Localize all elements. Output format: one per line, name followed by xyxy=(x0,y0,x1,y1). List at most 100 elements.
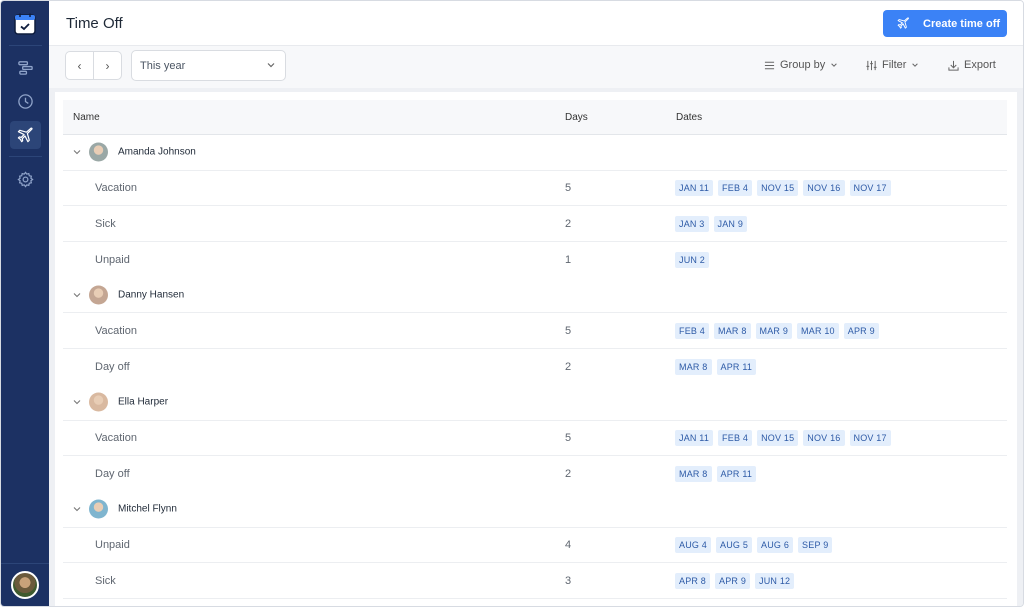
date-tag[interactable]: APR 11 xyxy=(716,358,757,375)
gear-icon xyxy=(17,170,34,188)
date-tag[interactable]: JAN 11 xyxy=(675,429,714,446)
time-off-entry-row[interactable]: Sick 3 APR 8 APR 9 JUN 12 xyxy=(63,563,1007,599)
time-off-type: Sick xyxy=(95,217,116,230)
export-label: Export xyxy=(964,59,996,71)
date-tag[interactable]: MAR 8 xyxy=(675,358,712,375)
date-tag[interactable]: MAR 9 xyxy=(755,322,793,339)
date-tag[interactable]: MAR 10 xyxy=(797,322,839,339)
dates-list: MAR 8 APR 11 xyxy=(675,358,757,375)
days-count: 5 xyxy=(565,324,572,337)
date-tag[interactable]: NOV 15 xyxy=(757,180,799,197)
sidebar-divider xyxy=(1,563,49,564)
date-tag[interactable]: NOV 16 xyxy=(803,429,845,446)
chevron-down-icon[interactable] xyxy=(72,504,82,514)
create-time-off-button[interactable]: Create time off xyxy=(883,10,1007,37)
person-name: Ella Harper xyxy=(118,396,169,408)
sidebar-item-settings[interactable] xyxy=(10,165,41,193)
chevron-down-icon[interactable] xyxy=(72,147,82,157)
export-button[interactable]: Export xyxy=(948,59,996,71)
group-by-button[interactable]: Group by xyxy=(764,59,838,71)
date-tag[interactable]: SEP 9 xyxy=(798,536,833,553)
person-group-row[interactable]: Amanda Johnson xyxy=(63,135,1007,171)
list-icon xyxy=(764,61,775,69)
person-group-row[interactable]: Mitchel Flynn xyxy=(63,492,1007,528)
time-off-entry-row[interactable]: Sick 2 JAN 3 JAN 9 xyxy=(63,206,1007,243)
airplane-icon xyxy=(897,17,909,29)
date-tag[interactable]: JAN 11 xyxy=(675,180,714,197)
page-title: Time Off xyxy=(66,15,123,32)
column-header-days[interactable]: Days xyxy=(565,112,588,123)
time-off-entry-row[interactable]: Unpaid 1 JUN 2 xyxy=(63,242,1007,278)
time-off-type: Vacation xyxy=(95,182,137,195)
days-count: 2 xyxy=(565,217,572,230)
date-tag[interactable]: AUG 5 xyxy=(716,536,753,553)
time-off-entry-row[interactable]: Day off 2 MAR 8 APR 11 xyxy=(63,456,1007,492)
time-off-type: Sick xyxy=(95,574,116,587)
person-name: Amanda Johnson xyxy=(118,146,196,158)
date-tag[interactable]: APR 9 xyxy=(843,322,879,339)
dates-list: AUG 4 AUG 5 AUG 6 SEP 9 xyxy=(675,536,833,553)
sidebar-item-clock[interactable] xyxy=(10,87,41,115)
time-off-entry-row[interactable]: Vacation 5 JAN 11 FEB 4 NOV 15 NOV 16 NOV 17 xyxy=(63,171,1007,207)
days-count: 2 xyxy=(565,360,572,373)
chevron-down-icon[interactable] xyxy=(72,290,82,300)
date-tag[interactable]: APR 9 xyxy=(715,572,751,589)
sidebar-item-timeline[interactable] xyxy=(10,53,41,81)
dates-list: JUN 2 xyxy=(675,251,710,268)
person-avatar xyxy=(89,392,108,412)
date-tag[interactable]: NOV 17 xyxy=(849,429,891,446)
date-tag[interactable]: MAR 8 xyxy=(714,322,751,339)
date-tag[interactable]: NOV 16 xyxy=(803,180,845,197)
table-body: Amanda Johnson Vacation 5 JAN 11 FEB 4 NOV 15… xyxy=(63,135,1007,599)
time-off-entry-row[interactable]: Unpaid 4 AUG 4 AUG 5 AUG 6 SEP 9 xyxy=(63,528,1007,564)
days-count: 4 xyxy=(565,538,572,551)
time-off-type: Vacation xyxy=(95,431,137,444)
chevron-left-icon: ‹ xyxy=(77,58,82,73)
date-tag[interactable]: FEB 4 xyxy=(675,322,710,339)
time-off-entry-row[interactable]: Vacation 5 JAN 11 FEB 4 NOV 15 NOV 16 NOV 17 xyxy=(63,421,1007,457)
group-by-label: Group by xyxy=(780,59,826,71)
dates-list: JAN 11 FEB 4 NOV 15 NOV 16 NOV 17 xyxy=(675,429,891,446)
person-group-row[interactable]: Ella Harper xyxy=(63,385,1007,421)
person-avatar xyxy=(89,499,108,519)
dates-list: JAN 11 FEB 4 NOV 15 NOV 16 NOV 17 xyxy=(675,180,891,197)
chevron-down-icon[interactable] xyxy=(72,397,82,407)
date-tag[interactable]: JUN 2 xyxy=(675,251,710,268)
date-tag[interactable]: JAN 3 xyxy=(675,215,709,232)
date-tag[interactable]: AUG 6 xyxy=(757,536,794,553)
days-count: 3 xyxy=(565,574,572,587)
calendar-logo-icon[interactable] xyxy=(13,12,37,36)
time-off-type: Unpaid xyxy=(95,538,130,551)
filter-button[interactable]: Filter xyxy=(866,59,919,71)
date-tag[interactable]: APR 11 xyxy=(716,466,757,483)
time-off-entry-row[interactable]: Vacation 5 FEB 4 MAR 8 MAR 9 MAR 10 APR 9 xyxy=(63,313,1007,350)
date-tag[interactable]: JAN 9 xyxy=(713,215,748,232)
date-tag[interactable]: AUG 4 xyxy=(675,536,712,553)
dates-list: APR 8 APR 9 JUN 12 xyxy=(675,572,795,589)
content-area: Name Days Dates Amanda Johnson Vacation 5 J… xyxy=(49,88,1023,606)
date-tag[interactable]: FEB 4 xyxy=(718,180,753,197)
column-header-name[interactable]: Name xyxy=(73,112,100,123)
person-group-row[interactable]: Danny Hansen xyxy=(63,278,1007,314)
date-tag[interactable]: NOV 15 xyxy=(757,429,799,446)
date-tag[interactable]: FEB 4 xyxy=(718,429,753,446)
chevron-down-icon xyxy=(267,63,275,68)
period-select[interactable]: This year xyxy=(131,50,286,81)
time-off-type: Day off xyxy=(95,468,130,481)
column-header-dates[interactable]: Dates xyxy=(676,112,702,123)
dates-list: JAN 3 JAN 9 xyxy=(675,215,748,232)
date-tag[interactable]: MAR 8 xyxy=(675,466,712,483)
date-tag[interactable]: JUN 12 xyxy=(755,572,795,589)
date-tag[interactable]: APR 8 xyxy=(675,572,711,589)
chevron-down-icon xyxy=(831,63,838,67)
user-avatar[interactable] xyxy=(11,571,39,599)
previous-period-button[interactable]: ‹ xyxy=(66,52,94,79)
header: Time Off Create time off xyxy=(49,1,1023,46)
person-avatar xyxy=(89,285,108,305)
next-period-button[interactable]: › xyxy=(94,52,121,79)
time-off-entry-row[interactable]: Day off 2 MAR 8 APR 11 xyxy=(63,349,1007,385)
create-time-off-label: Create time off xyxy=(923,17,1001,30)
date-tag[interactable]: NOV 17 xyxy=(849,180,891,197)
sidebar-item-time-off[interactable] xyxy=(10,121,41,149)
download-icon xyxy=(948,60,959,71)
